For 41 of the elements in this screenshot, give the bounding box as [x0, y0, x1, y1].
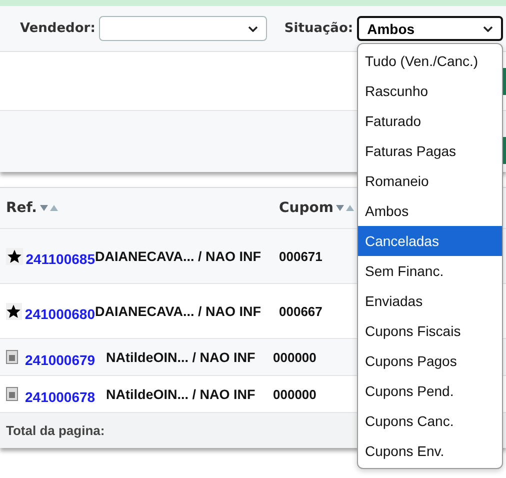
vendedor-select[interactable]: [99, 16, 268, 41]
sort-icon[interactable]: [335, 204, 356, 212]
dropdown-option[interactable]: Romaneio: [358, 166, 502, 196]
vendedor-label: Vendedor:: [20, 21, 96, 36]
cupom-cell: 000000: [273, 386, 316, 402]
dropdown-option[interactable]: Sem Financ.: [358, 256, 502, 286]
client-cell-text: DAIANECAVA... / NAO INF: [95, 248, 262, 264]
cupom-cell: 000671: [279, 248, 322, 264]
star-icon: [6, 248, 23, 264]
situacao-select[interactable]: Ambos: [357, 16, 504, 41]
cupom-cell: 000000: [273, 350, 316, 364]
reference-link[interactable]: 241100685: [26, 250, 95, 266]
client-cell-text: DAIANECAVA... / NAO INF: [95, 304, 262, 318]
column-header[interactable]: Ref.: [6, 200, 37, 216]
page-total-label: Total da pagina:: [6, 423, 105, 438]
dropdown-option[interactable]: Cupons Pend.: [358, 376, 502, 406]
star-icon: [6, 302, 22, 320]
dropdown-option[interactable]: Cupons Pagos: [358, 346, 502, 376]
reference-link[interactable]: 241000679: [25, 352, 96, 368]
dropdown-option[interactable]: Enviadas: [358, 286, 502, 316]
document-icon: [6, 387, 18, 401]
chevron-icon: [483, 26, 494, 32]
dropdown-option[interactable]: Rascunho: [358, 76, 502, 106]
situacao-label: Situação:: [284, 21, 354, 36]
dropdown-option[interactable]: Tudo (Ven./Canc.): [358, 46, 502, 76]
dropdown-option[interactable]: Cupons Env.: [358, 436, 502, 466]
document-icon: [6, 350, 18, 364]
dropdown-option[interactable]: Cupons Canc.: [358, 406, 502, 436]
client-cell-text: NAtildeOIN... / NAO INF: [106, 386, 256, 402]
dropdown-option[interactable]: Faturas Pagas: [358, 136, 502, 166]
sort-icon[interactable]: [38, 204, 59, 212]
dropdown-option[interactable]: Faturado: [358, 106, 502, 136]
column-header[interactable]: Cupom: [279, 200, 334, 216]
dropdown-option[interactable]: Ambos: [358, 196, 502, 226]
dropdown-option[interactable]: Cupons Fiscais: [358, 316, 502, 346]
client-cell-text: NAtildeOIN... / NAO INF: [106, 350, 256, 364]
dropdown-option[interactable]: Canceladas: [358, 226, 502, 256]
reference-link[interactable]: 241000680: [24, 306, 95, 322]
cupom-cell: 000667: [279, 304, 322, 318]
chevron-icon: [248, 26, 258, 32]
reference-link[interactable]: 241000678: [25, 388, 96, 404]
